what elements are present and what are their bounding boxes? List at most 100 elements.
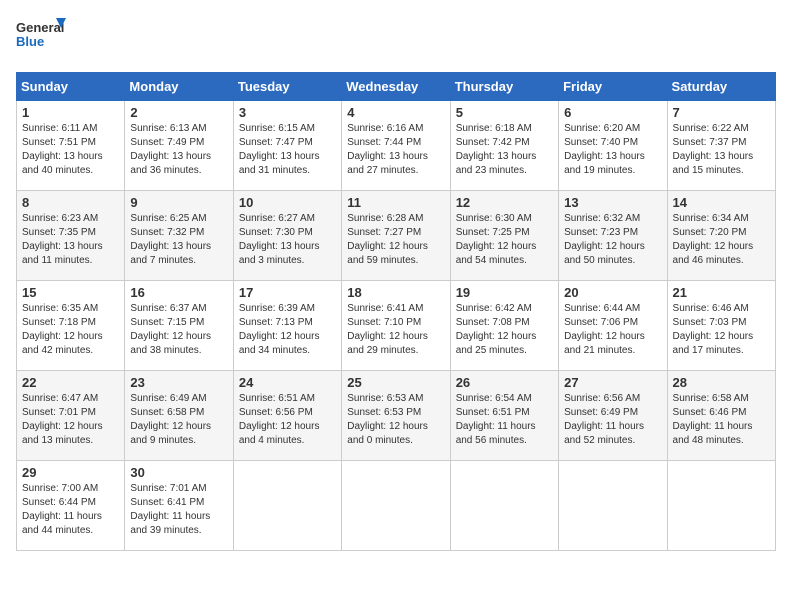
day-header-monday: Monday <box>125 73 233 101</box>
cell-info: Sunrise: 6:30 AMSunset: 7:25 PMDaylight:… <box>456 213 537 266</box>
cell-info: Sunrise: 6:16 AMSunset: 7:44 PMDaylight:… <box>347 123 428 176</box>
day-header-sunday: Sunday <box>17 73 125 101</box>
day-header-tuesday: Tuesday <box>233 73 341 101</box>
day-number: 21 <box>673 285 770 300</box>
cell-info: Sunrise: 6:37 AMSunset: 7:15 PMDaylight:… <box>130 303 211 356</box>
cell-info: Sunrise: 6:46 AMSunset: 7:03 PMDaylight:… <box>673 303 754 356</box>
cell-info: Sunrise: 6:44 AMSunset: 7:06 PMDaylight:… <box>564 303 645 356</box>
day-number: 2 <box>130 105 227 120</box>
calendar-cell: 29 Sunrise: 7:00 AMSunset: 6:44 PMDayligh… <box>17 461 125 551</box>
day-number: 6 <box>564 105 661 120</box>
calendar-cell: 30Sunrise: 7:01 AMSunset: 6:41 PMDayligh… <box>125 461 233 551</box>
cell-info: Sunrise: 6:23 AMSunset: 7:35 PMDaylight:… <box>22 213 103 266</box>
logo-svg: General Blue <box>16 16 66 60</box>
cell-info: Sunrise: 6:35 AMSunset: 7:18 PMDaylight:… <box>22 303 103 356</box>
day-header-saturday: Saturday <box>667 73 775 101</box>
calendar-cell: 8 Sunrise: 6:23 AMSunset: 7:35 PMDaylight… <box>17 191 125 281</box>
day-number: 16 <box>130 285 227 300</box>
svg-text:General: General <box>16 20 64 35</box>
day-number: 11 <box>347 195 444 210</box>
calendar-cell: 11 Sunrise: 6:28 AMSunset: 7:27 PMDayligh… <box>342 191 450 281</box>
calendar-table: SundayMondayTuesdayWednesdayThursdayFrid… <box>16 72 776 551</box>
calendar-cell: 20 Sunrise: 6:44 AMSunset: 7:06 PMDayligh… <box>559 281 667 371</box>
calendar-cell <box>342 461 450 551</box>
calendar-cell: 1 Sunrise: 6:11 AMSunset: 7:51 PMDaylight… <box>17 101 125 191</box>
calendar-cell: 28 Sunrise: 6:58 AMSunset: 6:46 PMDayligh… <box>667 371 775 461</box>
day-number: 28 <box>673 375 770 390</box>
cell-info: Sunrise: 6:27 AMSunset: 7:30 PMDaylight:… <box>239 213 320 266</box>
logo: General Blue <box>16 16 66 60</box>
cell-info: Sunrise: 6:39 AMSunset: 7:13 PMDaylight:… <box>239 303 320 356</box>
day-number: 13 <box>564 195 661 210</box>
day-number: 24 <box>239 375 336 390</box>
cell-info: Sunrise: 6:32 AMSunset: 7:23 PMDaylight:… <box>564 213 645 266</box>
week-row-3: 15Sunrise: 6:35 AMSunset: 7:18 PMDayligh… <box>17 281 776 371</box>
cell-info: Sunrise: 6:28 AMSunset: 7:27 PMDaylight:… <box>347 213 428 266</box>
day-number: 27 <box>564 375 661 390</box>
day-number: 4 <box>347 105 444 120</box>
cell-info: Sunrise: 6:42 AMSunset: 7:08 PMDaylight:… <box>456 303 537 356</box>
calendar-cell: 26 Sunrise: 6:54 AMSunset: 6:51 PMDayligh… <box>450 371 558 461</box>
calendar-cell: 10Sunrise: 6:27 AMSunset: 7:30 PMDayligh… <box>233 191 341 281</box>
calendar-cell <box>559 461 667 551</box>
cell-info: Sunrise: 6:54 AMSunset: 6:51 PMDaylight:… <box>456 393 536 446</box>
day-header-wednesday: Wednesday <box>342 73 450 101</box>
day-number: 12 <box>456 195 553 210</box>
cell-info: Sunrise: 6:41 AMSunset: 7:10 PMDaylight:… <box>347 303 428 356</box>
calendar-cell: 9Sunrise: 6:25 AMSunset: 7:32 PMDaylight… <box>125 191 233 281</box>
calendar-cell: 21 Sunrise: 6:46 AMSunset: 7:03 PMDayligh… <box>667 281 775 371</box>
cell-info: Sunrise: 6:47 AMSunset: 7:01 PMDaylight:… <box>22 393 103 446</box>
cell-info: Sunrise: 6:49 AMSunset: 6:58 PMDaylight:… <box>130 393 211 446</box>
day-number: 7 <box>673 105 770 120</box>
day-number: 23 <box>130 375 227 390</box>
cell-info: Sunrise: 6:15 AMSunset: 7:47 PMDaylight:… <box>239 123 320 176</box>
week-row-1: 1 Sunrise: 6:11 AMSunset: 7:51 PMDaylight… <box>17 101 776 191</box>
cell-info: Sunrise: 7:00 AMSunset: 6:44 PMDaylight:… <box>22 483 102 536</box>
day-number: 19 <box>456 285 553 300</box>
cell-info: Sunrise: 6:18 AMSunset: 7:42 PMDaylight:… <box>456 123 537 176</box>
calendar-cell: 13 Sunrise: 6:32 AMSunset: 7:23 PMDayligh… <box>559 191 667 281</box>
cell-info: Sunrise: 6:13 AMSunset: 7:49 PMDaylight:… <box>130 123 211 176</box>
day-header-thursday: Thursday <box>450 73 558 101</box>
calendar-cell: 24 Sunrise: 6:51 AMSunset: 6:56 PMDayligh… <box>233 371 341 461</box>
calendar-cell: 23 Sunrise: 6:49 AMSunset: 6:58 PMDayligh… <box>125 371 233 461</box>
header: General Blue <box>16 16 776 60</box>
calendar-cell: 16 Sunrise: 6:37 AMSunset: 7:15 PMDayligh… <box>125 281 233 371</box>
calendar-cell: 6 Sunrise: 6:20 AMSunset: 7:40 PMDaylight… <box>559 101 667 191</box>
cell-info: Sunrise: 6:20 AMSunset: 7:40 PMDaylight:… <box>564 123 645 176</box>
day-number: 17 <box>239 285 336 300</box>
cell-info: Sunrise: 6:51 AMSunset: 6:56 PMDaylight:… <box>239 393 320 446</box>
cell-info: Sunrise: 6:58 AMSunset: 6:46 PMDaylight:… <box>673 393 753 446</box>
day-number: 8 <box>22 195 119 210</box>
day-number: 1 <box>22 105 119 120</box>
calendar-cell <box>667 461 775 551</box>
day-number: 18 <box>347 285 444 300</box>
week-row-2: 8 Sunrise: 6:23 AMSunset: 7:35 PMDaylight… <box>17 191 776 281</box>
calendar-cell: 27 Sunrise: 6:56 AMSunset: 6:49 PMDayligh… <box>559 371 667 461</box>
calendar-cell: 5 Sunrise: 6:18 AMSunset: 7:42 PMDaylight… <box>450 101 558 191</box>
day-number: 20 <box>564 285 661 300</box>
calendar-cell: 7 Sunrise: 6:22 AMSunset: 7:37 PMDaylight… <box>667 101 775 191</box>
calendar-cell <box>233 461 341 551</box>
calendar-cell: 15Sunrise: 6:35 AMSunset: 7:18 PMDayligh… <box>17 281 125 371</box>
calendar-cell: 12 Sunrise: 6:30 AMSunset: 7:25 PMDayligh… <box>450 191 558 281</box>
cell-info: Sunrise: 6:56 AMSunset: 6:49 PMDaylight:… <box>564 393 644 446</box>
calendar-cell: 2 Sunrise: 6:13 AMSunset: 7:49 PMDaylight… <box>125 101 233 191</box>
calendar-cell <box>450 461 558 551</box>
day-number: 26 <box>456 375 553 390</box>
calendar-cell: 19 Sunrise: 6:42 AMSunset: 7:08 PMDayligh… <box>450 281 558 371</box>
calendar-cell: 3 Sunrise: 6:15 AMSunset: 7:47 PMDaylight… <box>233 101 341 191</box>
day-header-friday: Friday <box>559 73 667 101</box>
week-row-5: 29 Sunrise: 7:00 AMSunset: 6:44 PMDayligh… <box>17 461 776 551</box>
cell-info: Sunrise: 7:01 AMSunset: 6:41 PMDaylight:… <box>130 483 210 536</box>
calendar-cell: 18 Sunrise: 6:41 AMSunset: 7:10 PMDayligh… <box>342 281 450 371</box>
day-number: 29 <box>22 465 119 480</box>
cell-info: Sunrise: 6:11 AMSunset: 7:51 PMDaylight:… <box>22 123 103 176</box>
day-number: 5 <box>456 105 553 120</box>
cell-info: Sunrise: 6:22 AMSunset: 7:37 PMDaylight:… <box>673 123 754 176</box>
cell-info: Sunrise: 6:25 AMSunset: 7:32 PMDaylight:… <box>130 213 211 266</box>
svg-text:Blue: Blue <box>16 34 44 49</box>
calendar-cell: 4 Sunrise: 6:16 AMSunset: 7:44 PMDaylight… <box>342 101 450 191</box>
calendar-cell: 17 Sunrise: 6:39 AMSunset: 7:13 PMDayligh… <box>233 281 341 371</box>
day-number: 3 <box>239 105 336 120</box>
